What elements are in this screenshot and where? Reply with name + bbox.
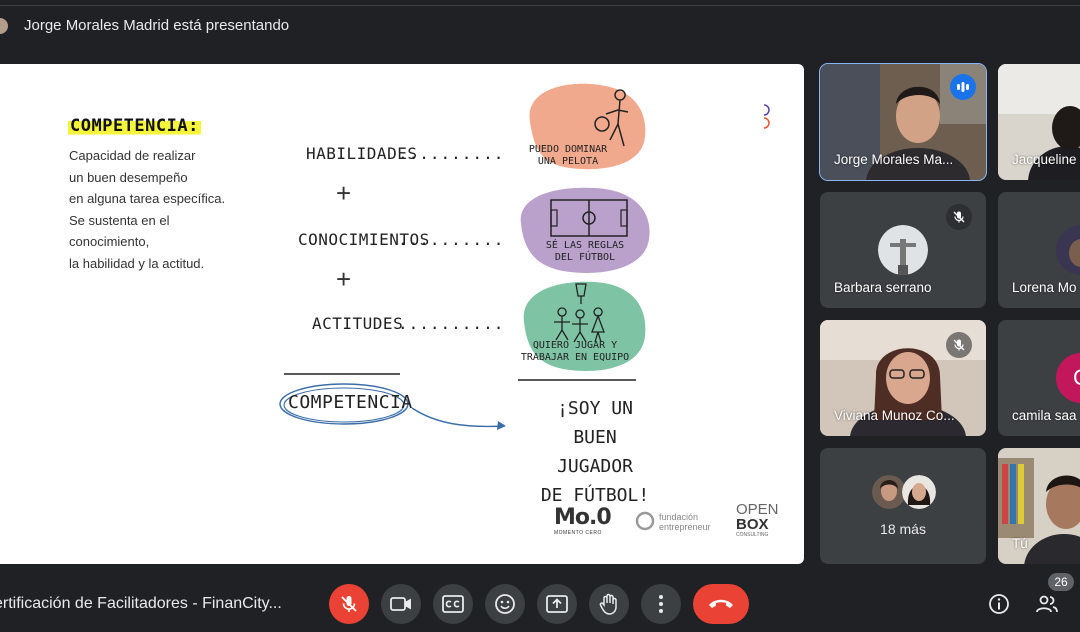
competencia-title: COMPETENCIA:: [68, 116, 201, 136]
self-view-tile[interactable]: Tú: [998, 448, 1080, 564]
mic-off-icon: [946, 332, 972, 358]
more-participants-tile[interactable]: 18 más: [820, 448, 986, 564]
more-avatar-1: [872, 475, 906, 509]
blob3-label: QUIERO JUGAR Y TRABAJAR EN EQUIPO: [520, 340, 630, 363]
videocam-icon: [390, 597, 411, 611]
plus-2: +: [336, 264, 352, 294]
participant-name: Lorena Mo: [1012, 280, 1077, 295]
dots-3: ..........: [398, 314, 505, 333]
top-divider: [0, 5, 1080, 6]
meeting-details-button[interactable]: [985, 590, 1013, 618]
speaking-indicator-icon: [950, 74, 976, 100]
mic-off-icon: [341, 596, 357, 612]
participant-tile-lorena[interactable]: Lorena Mo: [998, 192, 1080, 308]
participant-name: Barbara serrano: [834, 280, 932, 295]
momento-cero-logo: Mo.0 MOMENTO CERO: [554, 505, 612, 536]
participant-tile-jorge[interactable]: Jorge Morales Ma...: [819, 63, 987, 181]
participant-count-badge: 26: [1048, 573, 1074, 591]
camila-avatar: C: [1056, 353, 1080, 403]
emoji-icon: [495, 594, 515, 614]
participants-button[interactable]: [1033, 590, 1061, 618]
barbara-avatar: [878, 225, 928, 275]
dots-2: ..........: [398, 230, 505, 249]
video-feed-self: [998, 448, 1080, 564]
openbox-logo: OPEN BOX CONSULTING: [736, 501, 779, 538]
leave-call-button[interactable]: [693, 584, 749, 624]
reactions-button[interactable]: [485, 584, 525, 624]
present-screen-button[interactable]: [537, 584, 577, 624]
competencia-circled: COMPETENCIA: [288, 392, 413, 413]
raise-hand-button[interactable]: [589, 584, 629, 624]
participant-name: Viviana Munoz Co...: [834, 408, 955, 423]
participant-name: Jorge Morales Ma...: [834, 152, 954, 167]
meeting-title: ertificación de Facilitadores - FinanCit…: [0, 595, 282, 612]
captions-icon: [442, 595, 464, 613]
actitudes-label: ACTITUDES: [312, 314, 404, 333]
participant-name: camila saa: [1012, 408, 1077, 423]
participant-name: Tú: [1012, 536, 1028, 551]
mic-off-icon: [946, 204, 972, 230]
participant-tile-viviana[interactable]: Viviana Munoz Co...: [820, 320, 986, 436]
call-end-icon: [709, 599, 733, 608]
more-icon: [659, 595, 663, 613]
competencia-description: Capacidad de realizar un buen desempeño …: [69, 148, 226, 271]
present-icon: [546, 595, 568, 613]
result-divider: [518, 379, 636, 381]
more-options-button[interactable]: [641, 584, 681, 624]
dots-1: ..........: [398, 144, 505, 163]
lorena-avatar: [1056, 225, 1080, 275]
presenting-status: Jorge Morales Madrid está presentando: [24, 17, 290, 34]
presentation-slide: COMPETENCIA: Capacidad de realizar un bu…: [0, 64, 804, 564]
captions-button[interactable]: [433, 584, 473, 624]
participant-tile-jacqueline[interactable]: Jacqueline: [998, 64, 1080, 180]
top-bar: Jorge Morales Madrid está presentando: [0, 0, 1080, 52]
camera-toggle-button[interactable]: [381, 584, 421, 624]
more-participants-count: 18 más: [880, 521, 926, 537]
presenter-avatar: [0, 18, 8, 34]
participant-tile-barbara[interactable]: Barbara serrano: [820, 192, 986, 308]
participant-name: Jacqueline: [1012, 152, 1077, 167]
slide-corner-mark: [763, 104, 770, 129]
people-icon: [1036, 595, 1058, 613]
info-icon: [989, 594, 1009, 614]
more-avatar-2: [902, 475, 936, 509]
participant-tile-camila[interactable]: C camila saa: [998, 320, 1080, 436]
raise-hand-icon: [599, 593, 617, 615]
blob1-label: PUEDO DOMINAR UNA PELOTA: [528, 144, 608, 167]
bottom-control-bar: ertificación de Facilitadores - FinanCit…: [0, 572, 1080, 632]
blob2-label: SÉ LAS REGLAS DEL FÚTBOL: [545, 240, 625, 263]
plus-1: +: [336, 178, 352, 208]
result-text: ¡SOY UN BUEN JUGADOR DE FÚTBOL!: [540, 398, 650, 506]
mic-toggle-button[interactable]: [329, 584, 369, 624]
